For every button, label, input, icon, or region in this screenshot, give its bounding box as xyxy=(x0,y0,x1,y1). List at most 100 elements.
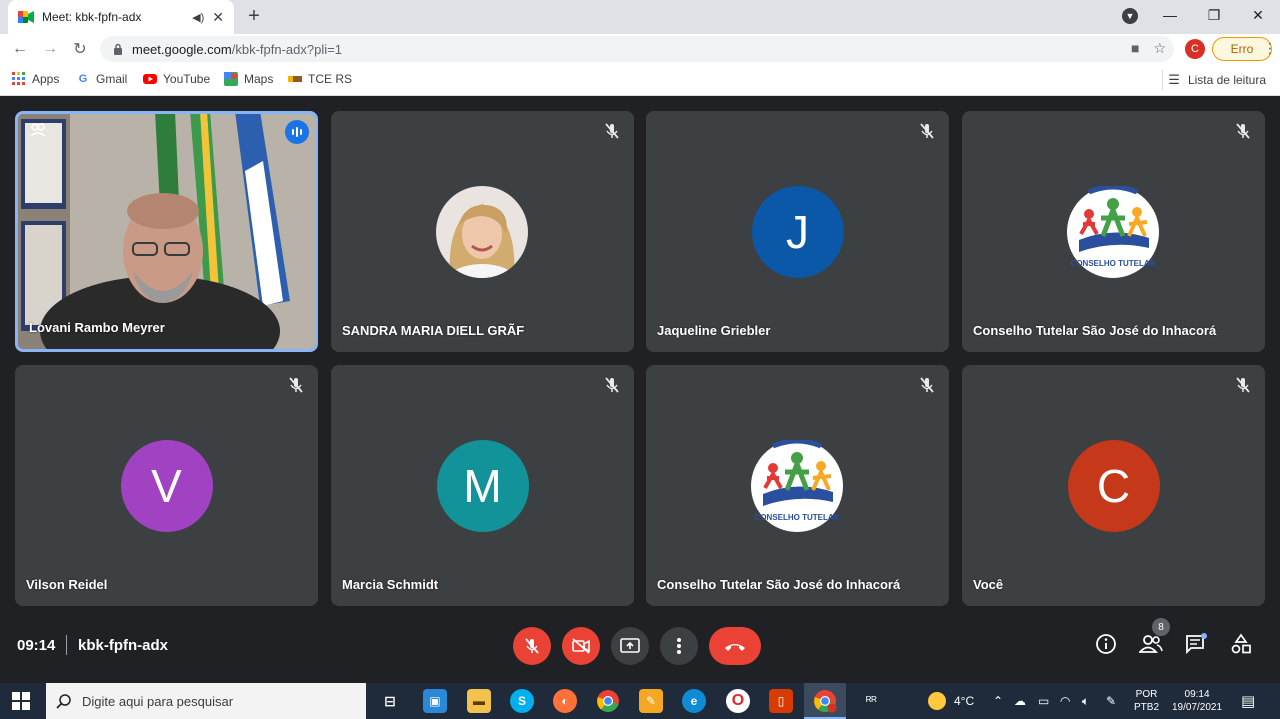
bookmark-maps[interactable]: Maps xyxy=(224,72,273,86)
leave-call-button[interactable] xyxy=(709,627,761,665)
meeting-code: kbk-fpfn-adx xyxy=(78,637,168,654)
battery-icon[interactable]: ▭ xyxy=(1038,683,1049,719)
speaker-icon[interactable]: ◀) xyxy=(192,11,204,24)
browser-tab-meet[interactable]: Meet: kbk-fpfn-adx ◀) ✕ xyxy=(8,0,234,34)
system-clock[interactable]: 09:14 19/07/2021 xyxy=(1172,683,1222,719)
participant-tile-photo[interactable]: SANDRA MARIA DIELL GRÃF xyxy=(331,111,634,352)
participant-tile-initial[interactable]: J Jaqueline Griebler xyxy=(646,111,949,352)
mic-off-icon xyxy=(605,123,619,139)
bookmark-label: Apps xyxy=(32,72,60,86)
bookmark-label: YouTube xyxy=(163,72,211,86)
present-screen-button[interactable] xyxy=(611,627,649,665)
task-view-icon[interactable]: ⊟ xyxy=(378,689,402,713)
chevron-down-icon[interactable]: ▼ xyxy=(1122,8,1138,24)
tray-chevron-up-icon[interactable]: ⌃ xyxy=(993,683,1003,719)
star-icon[interactable]: ☆ xyxy=(1153,40,1166,57)
edge-icon[interactable]: e xyxy=(682,689,706,713)
bookmark-label: Maps xyxy=(244,72,274,86)
opera-icon[interactable]: O xyxy=(726,689,750,713)
tce-rs-icon xyxy=(288,76,302,82)
meeting-clock: 09:14 xyxy=(17,637,56,654)
store-icon[interactable]: ▣ xyxy=(423,689,447,713)
meeting-info-button[interactable] xyxy=(1093,631,1119,657)
back-arrow-icon[interactable]: ← xyxy=(10,39,30,59)
bookmark-tce-rs[interactable]: TCE RS xyxy=(288,72,352,86)
participant-name: Jaqueline Griebler xyxy=(657,323,771,338)
speaking-indicator-icon xyxy=(285,120,309,144)
mic-off-icon xyxy=(920,377,934,393)
hang-up-icon xyxy=(725,644,745,651)
wifi-icon[interactable]: ◠ xyxy=(1060,683,1070,719)
participant-tile-video[interactable]: Lovani Rambo Meyrer xyxy=(15,111,318,352)
url-path: /kbk-fpfn-adx?pli=1 xyxy=(231,41,342,57)
address-bar[interactable]: meet.google.com/kbk-fpfn-adx?pli=1 ■ ☆ xyxy=(100,36,1174,62)
bookmark-label: Gmail xyxy=(96,72,128,86)
office-icon[interactable]: ▯ xyxy=(769,689,793,713)
people-icon xyxy=(1139,635,1163,653)
search-placeholder: Digite aqui para pesquisar xyxy=(82,693,234,709)
mic-off-icon xyxy=(605,377,619,393)
search-icon xyxy=(56,694,71,709)
mic-off-icon xyxy=(1236,123,1250,139)
language-top: POR xyxy=(1135,689,1158,700)
participant-tile-logo[interactable]: CONSELHO TUTELAR Conselho Tutelar São Jo… xyxy=(646,365,949,606)
meet-control-bar: 09:14 kbk-fpfn-adx xyxy=(0,613,1280,683)
mic-off-icon xyxy=(920,123,934,139)
forward-arrow-icon[interactable]: → xyxy=(40,39,60,59)
activities-button[interactable] xyxy=(1228,631,1254,657)
participant-name: Lovani Rambo Meyrer xyxy=(29,320,165,335)
chat-button[interactable] xyxy=(1183,631,1209,657)
bookmark-youtube[interactable]: YouTube xyxy=(143,72,210,86)
file-explorer-icon[interactable]: ▬ xyxy=(467,689,491,713)
notifications-icon[interactable]: ▤ xyxy=(1241,683,1255,719)
bookmark-apps[interactable]: Apps xyxy=(12,72,59,86)
people-tray-icon[interactable]: ᴿᴿ xyxy=(866,683,877,719)
participant-tile-self[interactable]: C Você xyxy=(962,365,1265,606)
maps-icon xyxy=(224,72,238,86)
windows-start-icon[interactable] xyxy=(12,692,30,710)
tab-close-icon[interactable]: ✕ xyxy=(212,9,224,26)
onedrive-icon[interactable]: ☁ xyxy=(1014,683,1026,719)
new-tab-button[interactable]: + xyxy=(244,4,264,28)
firefox-icon[interactable]: ◐ xyxy=(553,689,577,713)
conselho-tutelar-logo-icon: CONSELHO TUTELAR xyxy=(1067,186,1159,278)
restore-button[interactable]: ❐ xyxy=(1192,0,1236,30)
camera-toggle-button[interactable] xyxy=(562,627,600,665)
logo-text: CONSELHO TUTELAR xyxy=(1071,259,1156,268)
reading-list-label: Lista de leitura xyxy=(1187,73,1266,87)
participant-tile-logo[interactable]: CONSELHO TUTELAR Conselho Tutelar São Jo… xyxy=(962,111,1265,352)
close-window-button[interactable]: ✕ xyxy=(1236,0,1280,30)
pen-icon[interactable]: ✎ xyxy=(1106,683,1116,719)
camera-off-icon xyxy=(572,638,590,654)
participant-name: Conselho Tutelar São José do Inhacorá xyxy=(973,323,1217,338)
photos-app-icon[interactable]: ✎ xyxy=(639,689,663,713)
activities-icon xyxy=(1231,633,1251,654)
participant-name: Você xyxy=(973,577,1004,592)
participant-initial-avatar: J xyxy=(751,186,844,278)
weather-widget[interactable]: 4°C xyxy=(928,683,974,719)
profile-avatar[interactable]: C xyxy=(1185,39,1205,59)
chrome-icon[interactable] xyxy=(596,689,620,713)
taskbar-search-box[interactable]: Digite aqui para pesquisar xyxy=(46,683,366,719)
language-indicator[interactable]: POR PTB2 xyxy=(1134,683,1159,719)
participant-tile-initial[interactable]: M Marcia Schmidt xyxy=(331,365,634,606)
camera-icon[interactable]: ■ xyxy=(1131,40,1139,57)
volume-icon[interactable]: 🔈︎ xyxy=(1082,683,1089,719)
reload-icon[interactable]: ↻ xyxy=(70,39,90,59)
meet-favicon-icon xyxy=(18,11,34,23)
reading-list-button[interactable]: ☰ Lista de leitura xyxy=(1168,72,1266,88)
chrome-profile-icon[interactable] xyxy=(813,689,837,713)
windows-taskbar: Digite aqui para pesquisar ⊟ ▣ ▬ S ◐ ✎ e… xyxy=(0,683,1280,719)
info-icon xyxy=(1096,634,1116,654)
participant-tile-initial[interactable]: V Vilson Reidel xyxy=(15,365,318,606)
skype-icon[interactable]: S xyxy=(510,689,534,713)
mic-toggle-button[interactable] xyxy=(513,627,551,665)
participant-video-feed xyxy=(18,114,315,349)
minimize-button[interactable]: — xyxy=(1148,0,1192,30)
bookmarks-bar: Apps G Gmail YouTube Maps TCE RS ☰ Lista… xyxy=(0,64,1280,96)
bookmark-gmail[interactable]: G Gmail xyxy=(76,72,128,86)
bookmark-divider xyxy=(1162,70,1163,90)
pin-icon[interactable] xyxy=(28,120,48,140)
more-options-button[interactable] xyxy=(660,627,698,665)
more-menu-icon[interactable]: ⋮ xyxy=(1263,40,1277,57)
